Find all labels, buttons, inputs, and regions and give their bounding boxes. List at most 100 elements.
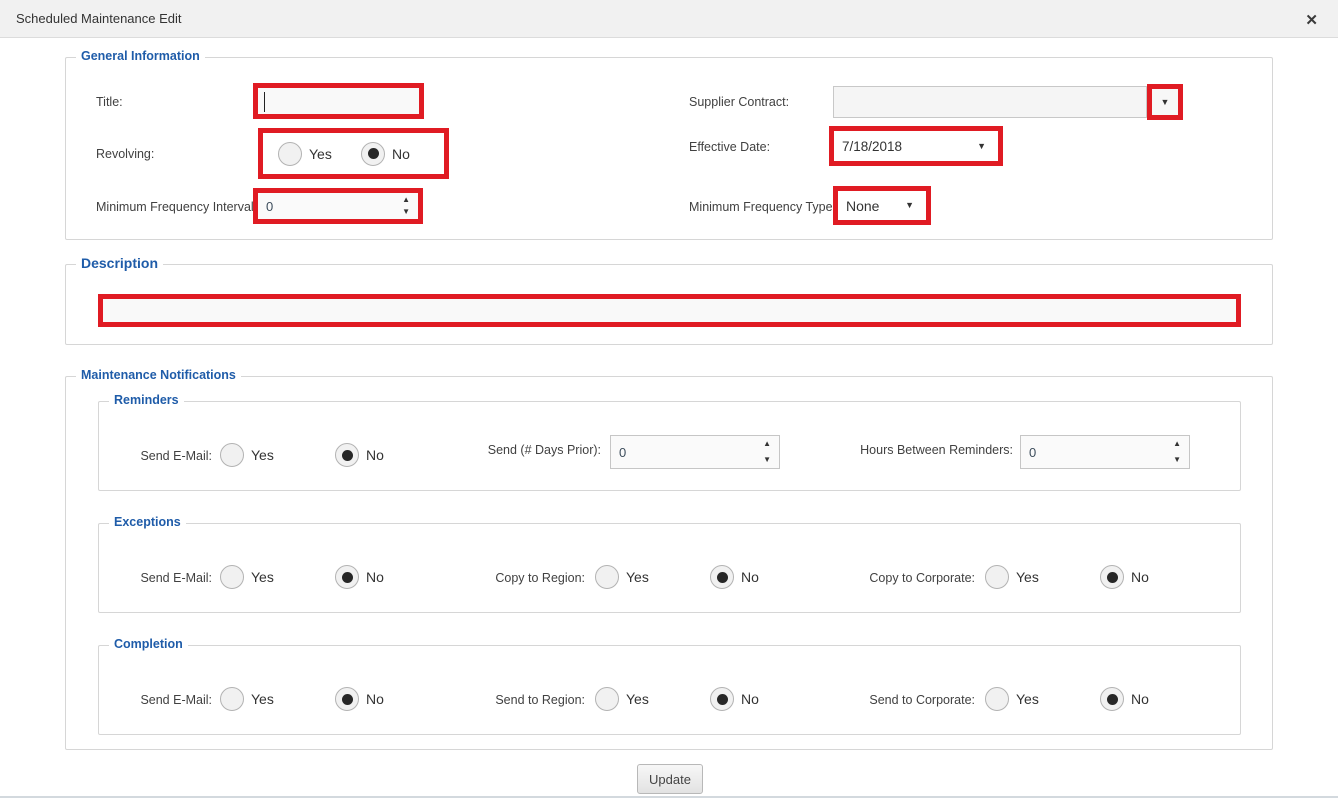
radio-circle[interactable] [278, 142, 302, 166]
description-input[interactable] [103, 299, 1236, 322]
exceptions-fieldset: Exceptions Send E-Mail: Yes No Copy to R… [98, 523, 1241, 613]
radio-circle-checked[interactable] [710, 565, 734, 589]
copy-to-region-label: Copy to Region: [389, 571, 585, 585]
send-days-prior-input[interactable] [611, 445, 763, 460]
send-to-corporate-radio-group: Yes No [985, 687, 1215, 711]
radio-circle[interactable] [220, 565, 244, 589]
send-to-region-label: Send to Region: [389, 693, 585, 707]
radio-circle[interactable] [220, 687, 244, 711]
yes-radio[interactable]: Yes [985, 687, 1100, 711]
yes-radio[interactable]: Yes [220, 443, 335, 467]
radio-label[interactable]: Yes [626, 691, 649, 707]
no-radio[interactable]: No [1100, 687, 1215, 711]
close-icon[interactable]: ✕ [1299, 9, 1324, 31]
revolving-label: Revolving: [96, 147, 154, 161]
radio-label[interactable]: No [1131, 691, 1149, 707]
effective-date-label: Effective Date: [689, 140, 770, 154]
radio-label[interactable]: Yes [626, 569, 649, 585]
minimum-frequency-type-value[interactable]: None [838, 198, 905, 214]
revolving-no-radio[interactable]: No [361, 142, 444, 166]
minimum-frequency-interval-label: Minimum Frequency Interval: [96, 200, 257, 214]
send-days-prior-spinner: ▲ ▼ [610, 435, 780, 469]
yes-radio[interactable]: Yes [595, 565, 710, 589]
hours-between-reminders-input[interactable] [1021, 445, 1173, 460]
radio-label[interactable]: Yes [251, 691, 274, 707]
spin-up-icon[interactable]: ▲ [763, 440, 771, 448]
supplier-contract-label: Supplier Contract: [689, 95, 789, 109]
radio-circle-checked[interactable] [335, 687, 359, 711]
radio-label[interactable]: Yes [1016, 569, 1039, 585]
description-input-highlight [98, 294, 1241, 327]
radio-circle[interactable] [595, 565, 619, 589]
maintenance-notifications-legend: Maintenance Notifications [76, 368, 241, 382]
radio-circle[interactable] [985, 565, 1009, 589]
yes-radio[interactable]: Yes [220, 687, 335, 711]
radio-circle[interactable] [220, 443, 244, 467]
dialog-titlebar: Scheduled Maintenance Edit ✕ [0, 0, 1338, 38]
title-input[interactable] [258, 88, 419, 114]
title-label: Title: [96, 95, 123, 109]
spin-up-icon[interactable]: ▲ [1173, 440, 1181, 448]
radio-label[interactable]: No [741, 569, 759, 585]
supplier-contract-dropdown-highlight: ▼ [1147, 84, 1183, 120]
radio-circle-checked[interactable] [361, 142, 385, 166]
radio-label[interactable]: Yes [1016, 691, 1039, 707]
text-cursor [264, 92, 265, 112]
hours-between-reminders-spinner: ▲ ▼ [1020, 435, 1190, 469]
effective-date-value[interactable]: 7/18/2018 [834, 139, 977, 154]
chevron-down-icon[interactable]: ▼ [905, 201, 914, 210]
radio-label[interactable]: No [366, 447, 384, 463]
completion-send-email-label: Send E-Mail: [109, 693, 212, 707]
radio-circle-checked[interactable] [335, 565, 359, 589]
no-radio[interactable]: No [1100, 565, 1215, 589]
radio-circle[interactable] [595, 687, 619, 711]
title-input-highlight [253, 83, 424, 119]
dialog-title: Scheduled Maintenance Edit [16, 11, 182, 26]
radio-label[interactable]: Yes [251, 447, 274, 463]
radio-label[interactable]: No [741, 691, 759, 707]
yes-radio[interactable]: Yes [220, 565, 335, 589]
copy-to-corporate-label: Copy to Corporate: [779, 571, 975, 585]
radio-circle-checked[interactable] [1100, 565, 1124, 589]
send-to-corporate-label: Send to Corporate: [779, 693, 975, 707]
radio-label[interactable]: Yes [251, 569, 274, 585]
radio-label[interactable]: No [366, 569, 384, 585]
radio-circle-checked[interactable] [710, 687, 734, 711]
spin-up-icon[interactable]: ▲ [402, 196, 410, 204]
completion-legend: Completion [109, 637, 188, 651]
description-legend: Description [76, 255, 163, 271]
hours-between-reminders-label: Hours Between Reminders: [829, 443, 1013, 457]
radio-circle-checked[interactable] [1100, 687, 1124, 711]
radio-label[interactable]: Yes [309, 146, 332, 162]
exceptions-send-email-label: Send E-Mail: [109, 571, 212, 585]
radio-circle[interactable] [985, 687, 1009, 711]
minimum-frequency-interval-input[interactable] [258, 199, 402, 214]
minimum-frequency-type-label: Minimum Frequency Type: [689, 200, 836, 214]
radio-label[interactable]: No [392, 146, 410, 162]
yes-radio[interactable]: Yes [985, 565, 1100, 589]
spin-down-icon[interactable]: ▼ [1173, 456, 1181, 464]
scheduled-maintenance-edit-dialog: Scheduled Maintenance Edit ✕ General Inf… [0, 0, 1338, 798]
radio-circle-checked[interactable] [335, 443, 359, 467]
chevron-down-icon: ▼ [1161, 98, 1170, 107]
supplier-contract-value[interactable] [834, 87, 1146, 117]
minimum-frequency-interval-spinner: ▲ ▼ [258, 193, 418, 219]
update-button[interactable]: Update [637, 764, 703, 794]
radio-label[interactable]: No [1131, 569, 1149, 585]
yes-radio[interactable]: Yes [595, 687, 710, 711]
completion-fieldset: Completion Send E-Mail: Yes No Send to R… [98, 645, 1241, 735]
exceptions-legend: Exceptions [109, 515, 186, 529]
supplier-contract-input[interactable] [833, 86, 1147, 118]
spin-down-icon[interactable]: ▼ [402, 208, 410, 216]
reminders-send-email-radio-group: Yes No [220, 443, 450, 467]
spin-down-icon[interactable]: ▼ [763, 456, 771, 464]
revolving-radio-highlight: Yes No [258, 128, 449, 179]
send-days-prior-label: Send (# Days Prior): [429, 443, 601, 457]
chevron-down-icon[interactable]: ▼ [977, 142, 986, 151]
general-information-fieldset: General Information Title: Supplier Cont… [65, 57, 1273, 240]
revolving-yes-radio[interactable]: Yes [278, 142, 361, 166]
general-information-legend: General Information [76, 49, 205, 63]
supplier-contract-dropdown-button[interactable]: ▼ [1152, 89, 1178, 115]
reminders-send-email-label: Send E-Mail: [109, 449, 212, 463]
radio-label[interactable]: No [366, 691, 384, 707]
